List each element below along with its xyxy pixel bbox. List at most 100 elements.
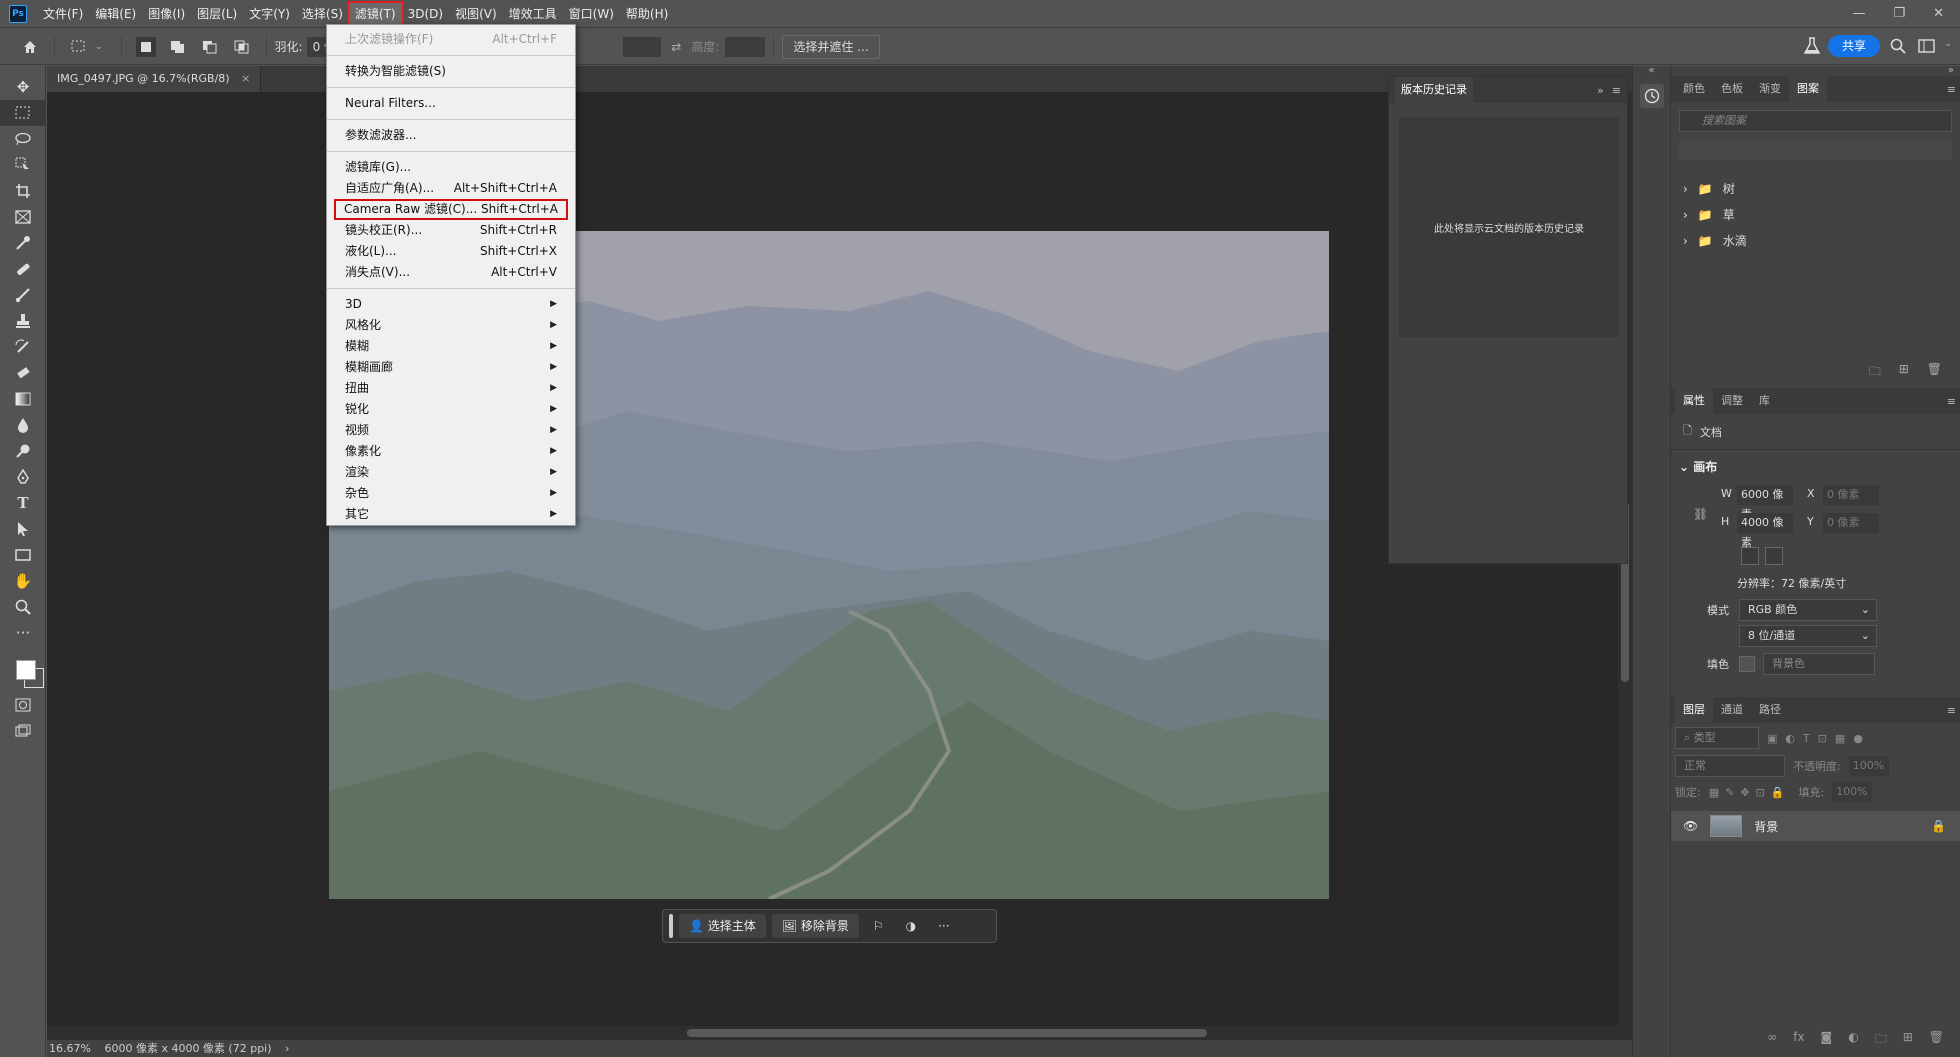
menu-item-lens-correction[interactable]: 镜头校正(R)... Shift+Ctrl+R bbox=[327, 220, 575, 241]
submenu-pixelate[interactable]: 像素化 ▶ bbox=[327, 441, 575, 462]
tab-libraries[interactable]: 库 bbox=[1751, 388, 1778, 414]
path-select-tool-icon[interactable] bbox=[0, 516, 46, 542]
menu-item-adaptive-wide-angle[interactable]: 自适应广角(A)... Alt+Shift+Ctrl+A bbox=[327, 178, 575, 199]
pattern-group-trees[interactable]: › 📁 树 bbox=[1671, 176, 1960, 202]
select-and-mask-button[interactable]: 选择并遮住 ... bbox=[782, 34, 880, 59]
screen-mode-icon[interactable] bbox=[0, 718, 46, 744]
menu-item-convert-smart-filters[interactable]: 转换为智能滤镜(S) bbox=[327, 61, 575, 82]
tab-paths[interactable]: 路径 bbox=[1751, 697, 1789, 723]
flask-icon[interactable] bbox=[1803, 37, 1821, 58]
lasso-tool-icon[interactable] bbox=[0, 126, 46, 152]
menu-plugins[interactable]: 增效工具 bbox=[503, 3, 563, 25]
menu-item-camera-raw-filter[interactable]: Camera Raw 滤镜(C)... Shift+Ctrl+A bbox=[334, 199, 568, 220]
select-subject-button[interactable]: 👤 选择主体 bbox=[679, 914, 766, 938]
canvas-x-input[interactable]: 0 像素 bbox=[1823, 485, 1879, 505]
adjustment-layer-icon[interactable]: ◐ bbox=[1848, 1030, 1858, 1051]
menu-item-liquify[interactable]: 液化(L)... Shift+Ctrl+X bbox=[327, 241, 575, 262]
eraser-tool-icon[interactable] bbox=[0, 360, 46, 386]
canvas-height-input[interactable]: 4000 像素 bbox=[1737, 513, 1793, 549]
layer-filter-icons[interactable]: ▣◐T⊡▦● bbox=[1767, 732, 1871, 745]
hand-tool-icon[interactable]: ✋ bbox=[0, 568, 46, 594]
layer-row-background[interactable]: 👁 背景 🔒 bbox=[1671, 811, 1960, 841]
drag-handle[interactable] bbox=[669, 914, 673, 938]
marquee-tool-icon[interactable] bbox=[0, 100, 46, 126]
height-input[interactable] bbox=[725, 36, 766, 57]
tab-adjustments[interactable]: 调整 bbox=[1713, 388, 1751, 414]
menu-3d[interactable]: 3D(D) bbox=[402, 3, 449, 25]
workspace-icon[interactable] bbox=[1918, 38, 1936, 57]
add-selection-icon[interactable] bbox=[168, 37, 188, 57]
object-select-tool-icon[interactable] bbox=[0, 152, 46, 178]
home-icon[interactable] bbox=[20, 37, 40, 57]
submenu-render[interactable]: 渲染 ▶ bbox=[327, 462, 575, 483]
submenu-noise[interactable]: 杂色 ▶ bbox=[327, 483, 575, 504]
new-selection-icon[interactable] bbox=[135, 36, 156, 57]
submenu-sharpen[interactable]: 锐化 ▶ bbox=[327, 399, 575, 420]
delete-icon[interactable]: 🗑 bbox=[1927, 362, 1942, 382]
menu-file[interactable]: 文件(F) bbox=[37, 3, 89, 25]
menu-help[interactable]: 帮助(H) bbox=[620, 3, 674, 25]
canvas-width-input[interactable]: 6000 像素 bbox=[1737, 485, 1793, 521]
menu-item-neural-filters[interactable]: Neural Filters... bbox=[327, 93, 575, 114]
menu-window[interactable]: 窗口(W) bbox=[563, 3, 620, 25]
delete-icon[interactable]: 🗑 bbox=[1929, 1030, 1944, 1051]
eyedropper-tool-icon[interactable] bbox=[0, 230, 46, 256]
pen-tool-icon[interactable] bbox=[0, 464, 46, 490]
lock-icon[interactable]: 🔒 bbox=[1931, 819, 1946, 833]
close-tab-icon[interactable]: × bbox=[241, 72, 250, 85]
history-brush-tool-icon[interactable] bbox=[0, 334, 46, 360]
submenu-blur[interactable]: 模糊 ▶ bbox=[327, 336, 575, 357]
horizontal-scrollbar[interactable] bbox=[47, 1026, 1632, 1040]
submenu-distort[interactable]: 扭曲 ▶ bbox=[327, 378, 575, 399]
crop-tool-icon[interactable] bbox=[0, 178, 46, 204]
contrast-icon[interactable]: ◑ bbox=[898, 919, 924, 933]
minimize-button[interactable]: — bbox=[1852, 6, 1865, 21]
menu-item-filter-gallery[interactable]: 滤镜库(G)... bbox=[327, 157, 575, 178]
landscape-icon[interactable] bbox=[1765, 547, 1783, 565]
history-icon[interactable] bbox=[1639, 84, 1664, 108]
pattern-search-input[interactable]: 搜索图案 bbox=[1679, 110, 1952, 132]
stamp-tool-icon[interactable] bbox=[0, 308, 46, 334]
more-options-button[interactable]: ··· bbox=[930, 919, 957, 933]
panel-menu-icon[interactable]: ≡ bbox=[1612, 84, 1621, 97]
intersect-selection-icon[interactable] bbox=[232, 37, 252, 57]
type-tool-icon[interactable]: T bbox=[0, 490, 46, 516]
restore-button[interactable]: ❐ bbox=[1893, 6, 1905, 21]
blend-mode-select[interactable]: 正常 bbox=[1675, 755, 1785, 777]
frame-tool-icon[interactable] bbox=[0, 204, 46, 230]
quick-mask-icon[interactable] bbox=[0, 692, 46, 718]
canvas-y-input[interactable]: 0 像素 bbox=[1823, 513, 1879, 533]
layer-fill-input[interactable]: 100% bbox=[1832, 782, 1873, 802]
opacity-input[interactable]: 100% bbox=[1848, 756, 1889, 776]
panel-menu-icon[interactable]: ≡ bbox=[1947, 395, 1956, 408]
share-button[interactable]: 共享 bbox=[1827, 35, 1880, 57]
rectangle-tool-icon[interactable] bbox=[0, 542, 46, 568]
panel-menu-icon[interactable]: ≡ bbox=[1947, 83, 1956, 96]
more-tools-icon[interactable]: ··· bbox=[0, 620, 46, 646]
menu-select[interactable]: 选择(S) bbox=[296, 3, 349, 25]
tab-color[interactable]: 颜色 bbox=[1675, 76, 1713, 102]
panel-menu-icon[interactable]: ≡ bbox=[1947, 704, 1956, 717]
document-tab[interactable]: IMG_0497.JPG @ 16.7%(RGB/8) × bbox=[47, 66, 262, 92]
canvas-section-header[interactable]: ⌄ 画布 bbox=[1671, 450, 1960, 483]
menu-view[interactable]: 视图(V) bbox=[449, 3, 503, 25]
fill-color-swatch[interactable] bbox=[1739, 656, 1755, 672]
tab-layers[interactable]: 图层 bbox=[1675, 697, 1713, 723]
submenu-blur-gallery[interactable]: 模糊画廊 ▶ bbox=[327, 357, 575, 378]
fill-select[interactable]: 背景色 bbox=[1763, 653, 1875, 675]
close-button[interactable]: ✕ bbox=[1933, 6, 1944, 21]
new-group-icon[interactable]: 🗀 bbox=[1875, 1030, 1887, 1051]
color-mode-select[interactable]: RGB 颜色 ⌄ bbox=[1739, 599, 1877, 621]
marquee-preset-icon[interactable] bbox=[69, 37, 89, 57]
collapse-dock-icon[interactable]: » bbox=[1671, 66, 1960, 76]
add-mask-icon[interactable]: ◙ bbox=[1821, 1030, 1833, 1051]
tab-channels[interactable]: 通道 bbox=[1713, 697, 1751, 723]
tab-properties[interactable]: 属性 bbox=[1675, 388, 1713, 414]
remove-background-button[interactable]: 🖼 移除背景 bbox=[771, 914, 859, 938]
menu-image[interactable]: 图像(I) bbox=[142, 3, 191, 25]
subtract-selection-icon[interactable] bbox=[200, 37, 220, 57]
dodge-tool-icon[interactable] bbox=[0, 438, 46, 464]
blur-tool-icon[interactable] bbox=[0, 412, 46, 438]
chevron-right-icon[interactable]: › bbox=[285, 1042, 289, 1055]
bit-depth-select[interactable]: 8 位/通道 ⌄ bbox=[1739, 625, 1877, 647]
